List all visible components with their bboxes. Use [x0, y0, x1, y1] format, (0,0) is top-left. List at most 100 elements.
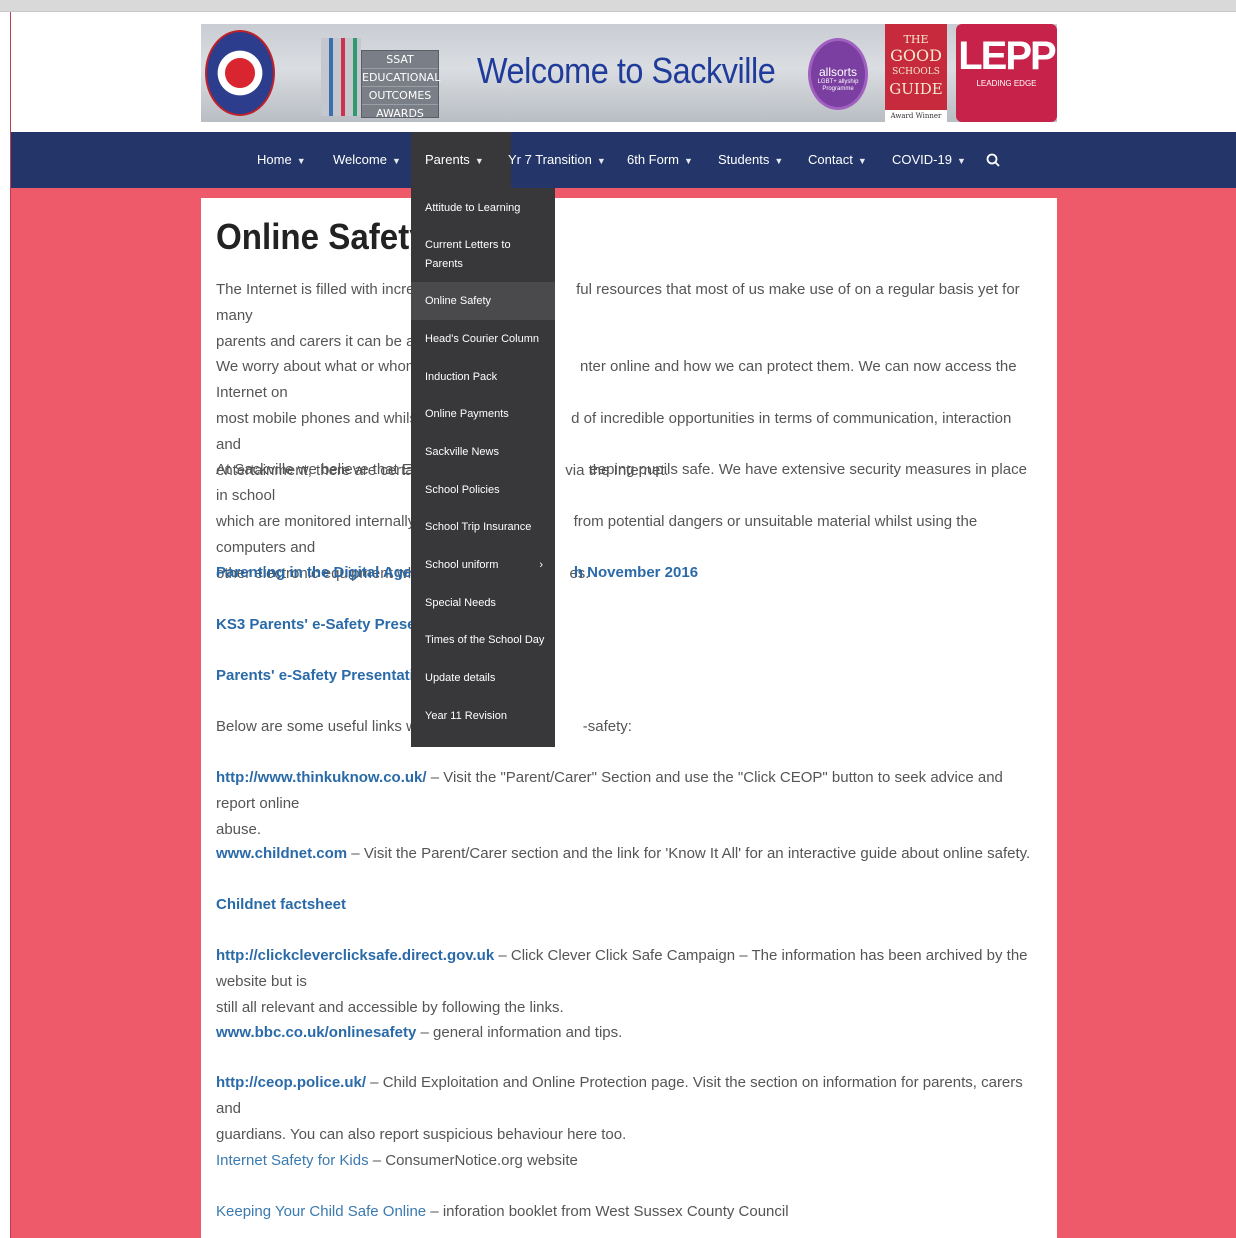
clickclever-link[interactable]: http://clickcleverclicksafe.direct.gov.u… — [216, 947, 494, 964]
parents-presentation-link[interactable]: Parents' e-Safety Presentation — [216, 667, 432, 684]
nav-6th-form[interactable]: 6th Form ▼ — [627, 132, 693, 188]
childnet-link[interactable]: www.childnet.com — [216, 845, 347, 862]
nav-parents[interactable]: Parents ▼ — [411, 132, 511, 188]
chevron-right-icon: › — [539, 559, 543, 571]
menu-item-online-safety[interactable]: Online Safety — [411, 282, 555, 320]
text-fragment: guardians. You can also report suspiciou… — [216, 1126, 627, 1143]
header-banner[interactable]: SSAT EDUCATIONAL OUTCOMES AWARDS 2019 We… — [201, 24, 1057, 122]
chevron-down-icon: ▼ — [596, 156, 606, 166]
menu-item-online-payments[interactable]: Online Payments — [411, 405, 555, 424]
main-content: Online Safety The Internet is filled wit… — [201, 198, 1057, 1238]
nav-label: COVID-19 — [892, 152, 952, 167]
menu-item-induction-pack[interactable]: Induction Pack — [411, 368, 555, 387]
ssat-line: EDUCATIONAL — [362, 69, 440, 87]
nav-students[interactable]: Students ▼ — [718, 132, 783, 188]
text-fragment: – Visit the Parent/Carer section and the… — [347, 845, 1031, 862]
guide-award: Award Winner — [885, 110, 947, 122]
parents-presentation-row: Parents' e-Safety Presentation — [216, 663, 1036, 689]
parenting-digital-age-link-end[interactable]: h November 2016 — [574, 564, 698, 581]
menu-item-times-school-day[interactable]: Times of the School Day — [411, 631, 555, 650]
parenting-digital-age-link[interactable]: Parenting in the Digital Age – — [216, 564, 424, 581]
menu-item-update-details[interactable]: Update details — [411, 669, 555, 688]
text-fragment: At Sackville we believe that E-Saf — [216, 461, 440, 478]
chevron-down-icon: ▼ — [684, 156, 693, 166]
good-schools-guide-badge: THE GOOD SCHOOLS GUIDE Award Winner — [885, 24, 947, 122]
nav-label: Contact — [808, 152, 853, 167]
nav-contact[interactable]: Contact ▼ — [808, 132, 867, 188]
below-links-intro: Below are some useful links with -safety: — [216, 714, 1036, 740]
allsorts-badge: allsorts LGBT+ allyship Programme — [808, 38, 868, 110]
chevron-down-icon: ▼ — [474, 156, 484, 166]
nav-label: Welcome — [333, 152, 387, 167]
menu-item-school-uniform[interactable]: School uniform › — [411, 556, 555, 575]
chevron-down-icon: ▼ — [296, 156, 306, 166]
ssat-graphic — [321, 38, 361, 116]
keeping-child-safe-link[interactable]: Keeping Your Child Safe Online — [216, 1203, 426, 1220]
thinkuknow-row: http://www.thinkuknow.co.uk/ – Visit the… — [216, 765, 1036, 843]
keeping-safe-row: Keeping Your Child Safe Online – inforat… — [216, 1199, 1036, 1225]
nav-covid19[interactable]: COVID-19 ▼ — [892, 132, 966, 188]
thinkuknow-link[interactable]: http://www.thinkuknow.co.uk/ — [216, 769, 427, 786]
text-fragment: parents and carers it can be a pl — [216, 333, 431, 350]
menu-item-label: School uniform — [425, 559, 499, 571]
nav-search-button[interactable] — [983, 132, 1003, 188]
chevron-down-icon: ▼ — [857, 156, 867, 166]
menu-item-special-needs[interactable]: Special Needs — [411, 594, 555, 613]
kids-safety-row: Internet Safety for Kids – ConsumerNotic… — [216, 1148, 1036, 1174]
site-header: SSAT EDUCATIONAL OUTCOMES AWARDS 2019 We… — [11, 12, 1236, 132]
page-title: Online Safety — [216, 216, 428, 257]
guide-line: GUIDE — [889, 80, 943, 98]
nav-welcome[interactable]: Welcome ▼ — [333, 132, 401, 188]
text-fragment: -safety: — [582, 718, 632, 735]
guide-line: THE — [903, 33, 929, 46]
ceop-row: http://ceop.police.uk/ – Child Exploitat… — [216, 1070, 1036, 1148]
ssat-line: OUTCOMES — [362, 87, 438, 105]
ssat-award-badge: SSAT EDUCATIONAL OUTCOMES AWARDS 2019 — [361, 50, 440, 120]
text-fragment: which are monitored internally t — [216, 513, 424, 530]
chevron-down-icon: ▼ — [774, 156, 784, 166]
text-fragment: The Internet is filled with incredi — [216, 281, 427, 298]
lepp-sub: LEADING EDGE — [976, 79, 1037, 88]
lepp-logo: LEPP LEADING EDGE — [956, 24, 1057, 122]
parenting-digital-age-link-row: Parenting in the Digital Age – h November… — [216, 560, 1036, 586]
menu-item-current-letters[interactable]: Current Letters to Parents — [411, 236, 555, 274]
menu-item-school-policies[interactable]: School Policies — [411, 481, 555, 500]
guide-line: SCHOOLS — [892, 67, 940, 77]
text-fragment: We worry about what or whom c — [216, 358, 430, 375]
browser-top-strip — [0, 0, 1236, 12]
childnet-factsheet-link[interactable]: Childnet factsheet — [216, 896, 346, 913]
menu-item-sackville-news[interactable]: Sackville News — [411, 443, 555, 462]
clickclever-row: http://clickcleverclicksafe.direct.gov.u… — [216, 943, 1036, 1021]
menu-item-school-trip-insurance[interactable]: School Trip Insurance — [411, 518, 555, 537]
banner-title: Welcome to Sackville — [477, 50, 776, 91]
nav-label: Students — [718, 152, 770, 167]
intro-paragraph: The Internet is filled with incredi ful r… — [216, 277, 1036, 355]
nav-label: Home — [257, 152, 292, 167]
text-fragment: abuse. — [216, 821, 262, 838]
menu-item-attitude[interactable]: Attitude to Learning — [411, 199, 555, 218]
main-navigation: Home ▼ Welcome ▼ Parents ▼ Yr 7 Transition ▼… — [11, 132, 1236, 188]
menu-item-heads-courier[interactable]: Head's Courier Column — [411, 330, 555, 349]
internet-safety-kids-link[interactable]: Internet Safety for Kids — [216, 1152, 369, 1169]
nav-label: Parents — [425, 152, 470, 167]
guide-line: GOOD — [890, 46, 942, 65]
childnet-row: www.childnet.com – Visit the Parent/Care… — [216, 841, 1036, 867]
parents-dropdown-menu: Attitude to Learning Current Letters to … — [411, 188, 555, 747]
nav-yr7-transition[interactable]: Yr 7 Transition ▼ — [508, 132, 606, 188]
ceop-link[interactable]: http://ceop.police.uk/ — [216, 1074, 366, 1091]
bbc-link[interactable]: www.bbc.co.uk/onlinesafety — [216, 1024, 416, 1041]
ks3-presentation-link[interactable]: KS3 Parents' e-Safety Presenta — [216, 616, 438, 633]
chevron-down-icon: ▼ — [391, 156, 401, 166]
allsorts-sub: LGBT+ allyship Programme — [817, 79, 859, 92]
text-fragment: – general information and tips. — [416, 1024, 623, 1041]
text-fragment: most mobile phones and whilst — [216, 410, 422, 427]
text-fragment: – inforation booklet from West Sussex Co… — [426, 1203, 789, 1220]
text-fragment: – ConsumerNotice.org website — [368, 1152, 578, 1169]
page-background: SSAT EDUCATIONAL OUTCOMES AWARDS 2019 We… — [10, 12, 1236, 1238]
nav-home[interactable]: Home ▼ — [257, 132, 306, 188]
nav-label: 6th Form — [627, 152, 680, 167]
text-fragment: Below are some useful links with — [216, 718, 433, 735]
chevron-down-icon: ▼ — [956, 156, 966, 166]
search-icon — [986, 153, 1000, 167]
menu-item-year11-revision[interactable]: Year 11 Revision — [411, 707, 555, 726]
